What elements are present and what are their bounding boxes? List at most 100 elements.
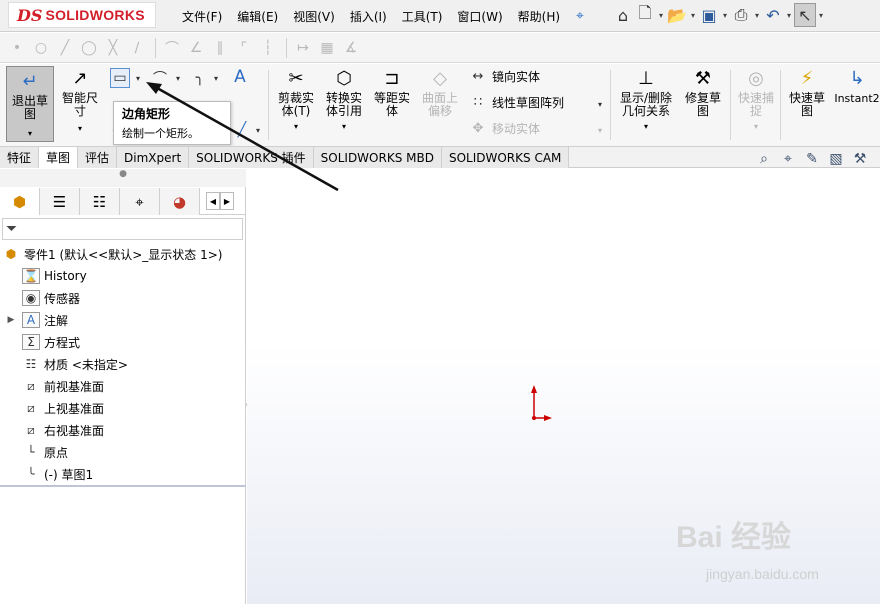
tab-solidworks-cam[interactable]: SOLIDWORKS CAM bbox=[441, 147, 570, 168]
tab-evaluate[interactable]: 评估 bbox=[78, 147, 118, 168]
scroll-left-icon[interactable]: ◀ bbox=[206, 192, 220, 210]
convert-entities-button[interactable]: ⬡ 转换实体引用 ▾ bbox=[322, 66, 366, 133]
open-icon[interactable]: 📂 bbox=[666, 3, 688, 27]
fillet-dropdown-icon[interactable]: ▾ bbox=[214, 74, 218, 83]
menu-tools[interactable]: 工具(T) bbox=[402, 8, 443, 25]
tree-item-sketch1[interactable]: ╰ (-) 草图1 bbox=[0, 463, 246, 485]
expand-arrow-icon[interactable]: ▶ bbox=[6, 315, 16, 325]
menu-help[interactable]: 帮助(H) bbox=[518, 8, 560, 25]
corner-rectangle-button[interactable]: ▭ bbox=[110, 68, 130, 88]
text-tool-icon[interactable]: A bbox=[230, 67, 250, 87]
property-manager-icon[interactable]: ☰ bbox=[40, 188, 80, 215]
scroll-right-icon[interactable]: ▶ bbox=[220, 192, 234, 210]
smart-dimension-dropdown-icon[interactable]: ▾ bbox=[78, 122, 82, 135]
menu-window[interactable]: 窗口(W) bbox=[457, 8, 502, 25]
new-document-icon[interactable]: 🗋 bbox=[634, 3, 656, 27]
move-entities-button[interactable]: ✥ 移动实体 bbox=[468, 120, 540, 137]
line-icon[interactable]: ╱ bbox=[54, 37, 76, 59]
tree-filter[interactable]: ⏷ bbox=[2, 218, 243, 240]
line-dropdown-icon[interactable]: ▾ bbox=[256, 126, 260, 135]
open-dropdown-icon[interactable]: ▾ bbox=[688, 11, 698, 20]
grid-icon[interactable]: ▦ bbox=[316, 37, 338, 59]
view-settings-icon[interactable]: ⚒ bbox=[848, 151, 872, 167]
print-dropdown-icon[interactable]: ▾ bbox=[752, 11, 762, 20]
fillet-icon[interactable]: ⌒ bbox=[161, 37, 183, 59]
save-dropdown-icon[interactable]: ▾ bbox=[720, 11, 730, 20]
panel-grip[interactable]: ● bbox=[0, 169, 246, 187]
pin-icon[interactable]: ⌖ bbox=[576, 8, 584, 24]
menu-insert[interactable]: 插入(I) bbox=[350, 8, 387, 25]
tree-root-part[interactable]: ⬢ 零件1 (默认<<默认>_显示状态 1>) bbox=[0, 243, 246, 265]
undo-dropdown-icon[interactable]: ▾ bbox=[784, 11, 794, 20]
quick-snaps-button[interactable]: ◎ 快速捕捉 ▾ bbox=[734, 66, 778, 133]
configuration-manager-icon[interactable]: ☷ bbox=[80, 188, 120, 215]
print-icon[interactable]: ⎙ bbox=[730, 3, 752, 27]
pattern-dropdown-icon[interactable]: ▾ bbox=[598, 100, 602, 109]
tab-solidworks-mbd[interactable]: SOLIDWORKS MBD bbox=[313, 147, 442, 168]
display-delete-relations-button[interactable]: ⊥ 显示/删除几何关系 ▾ bbox=[616, 66, 676, 133]
line-tool-icon[interactable]: ╱ bbox=[232, 120, 252, 140]
tab-sketch[interactable]: 草图 bbox=[39, 147, 79, 168]
relations-dropdown-icon[interactable]: ▾ bbox=[644, 120, 648, 133]
mirror-entities-button[interactable]: ↔ 镜向实体 bbox=[468, 68, 540, 85]
previous-view-icon[interactable]: ✎ bbox=[800, 151, 824, 167]
tree-item-right-plane[interactable]: ⧄ 右视基准面 bbox=[0, 419, 246, 441]
zoom-to-area-icon[interactable]: ⌖ bbox=[776, 151, 800, 167]
tree-item-equations[interactable]: Σ 方程式 bbox=[0, 331, 246, 353]
new-dropdown-icon[interactable]: ▾ bbox=[656, 11, 666, 20]
tab-features[interactable]: 特征 bbox=[0, 147, 40, 168]
arc-icon[interactable]: ⌒ bbox=[150, 68, 170, 88]
tree-item-annotations[interactable]: ▶ A 注解 bbox=[0, 309, 246, 331]
select-pointer-icon[interactable]: ↖ bbox=[794, 3, 816, 27]
home-icon[interactable]: ⌂ bbox=[612, 3, 634, 27]
tree-item-material[interactable]: ☷ 材质 <未指定> bbox=[0, 353, 246, 375]
tree-item-top-plane[interactable]: ⧄ 上视基准面 bbox=[0, 397, 246, 419]
trim-entities-button[interactable]: ✂ 剪裁实体(T) ▾ bbox=[274, 66, 318, 133]
zoom-to-fit-icon[interactable]: ⌕ bbox=[752, 151, 776, 167]
section-view-icon[interactable]: ▧ bbox=[824, 151, 848, 167]
tree-item-front-plane[interactable]: ⧄ 前视基准面 bbox=[0, 375, 246, 397]
sketch-line-icon[interactable]: ∕ bbox=[126, 37, 148, 59]
tab-solidworks-addins[interactable]: SOLIDWORKS 插件 bbox=[189, 147, 314, 168]
exit-sketch-button[interactable]: ↵ 退出草图 ▾ bbox=[6, 66, 54, 142]
tree-item-sensors[interactable]: ◉ 传感器 bbox=[0, 287, 246, 309]
fillet-tool-icon[interactable]: ╮ bbox=[190, 68, 210, 88]
dimxpert-manager-icon[interactable]: ⌖ bbox=[120, 188, 160, 215]
menu-edit[interactable]: 编辑(E) bbox=[237, 8, 278, 25]
offset-on-surface-button[interactable]: ◇ 曲面上偏移 bbox=[418, 66, 462, 118]
trim-icon[interactable]: ╳ bbox=[102, 37, 124, 59]
chamfer-icon[interactable]: ∠ bbox=[185, 37, 207, 59]
linear-pattern-button[interactable]: ∷ 线性草图阵列 bbox=[468, 94, 564, 111]
circle-icon[interactable]: ○ bbox=[30, 37, 52, 59]
instant2d-button[interactable]: ↳ Instant2 bbox=[834, 66, 880, 105]
repair-sketch-button[interactable]: ⚒ 修复草图 bbox=[680, 66, 726, 118]
dashed-line-icon[interactable]: ┆ bbox=[257, 37, 279, 59]
point-icon[interactable]: • bbox=[6, 37, 28, 59]
arc-dropdown-icon[interactable]: ▾ bbox=[176, 74, 180, 83]
select-dropdown-icon[interactable]: ▾ bbox=[816, 11, 826, 20]
display-manager-icon[interactable]: ◕ bbox=[160, 188, 200, 215]
circle-alt-icon[interactable]: ◯ bbox=[78, 37, 100, 59]
angle-icon[interactable]: ∡ bbox=[340, 37, 362, 59]
offset-entities-button[interactable]: ⊐ 等距实体 bbox=[370, 66, 414, 118]
smart-dimension-button[interactable]: ↗ 智能尺寸 ▾ bbox=[58, 66, 102, 135]
menu-view[interactable]: 视图(V) bbox=[293, 8, 335, 25]
corner-icon[interactable]: ⌜ bbox=[233, 37, 255, 59]
feature-manager-tree-icon[interactable]: ⬢ bbox=[0, 188, 40, 215]
filter-icon[interactable]: ⏷ bbox=[6, 221, 17, 237]
undo-icon[interactable]: ↶ bbox=[762, 3, 784, 27]
save-icon[interactable]: ▣ bbox=[698, 3, 720, 27]
rectangle-dropdown-icon[interactable]: ▾ bbox=[136, 74, 140, 83]
tree-item-origin[interactable]: └ 原点 bbox=[0, 441, 246, 463]
move-dropdown-icon[interactable]: ▾ bbox=[598, 126, 602, 135]
snaps-dropdown-icon[interactable]: ▾ bbox=[754, 120, 758, 133]
exit-sketch-dropdown-icon[interactable]: ▾ bbox=[28, 127, 32, 140]
rapid-sketch-button[interactable]: ⚡ 快速草图 bbox=[784, 66, 830, 118]
tree-item-history[interactable]: ⌛ History bbox=[0, 265, 246, 287]
trim-dropdown-icon[interactable]: ▾ bbox=[294, 120, 298, 133]
solidworks-logo[interactable]: DS SOLIDWORKS bbox=[8, 2, 156, 28]
dimension-icon[interactable]: ↦ bbox=[292, 37, 314, 59]
menu-file[interactable]: 文件(F) bbox=[182, 8, 222, 25]
convert-dropdown-icon[interactable]: ▾ bbox=[342, 120, 346, 133]
tab-dimxpert[interactable]: DimXpert bbox=[117, 147, 190, 168]
